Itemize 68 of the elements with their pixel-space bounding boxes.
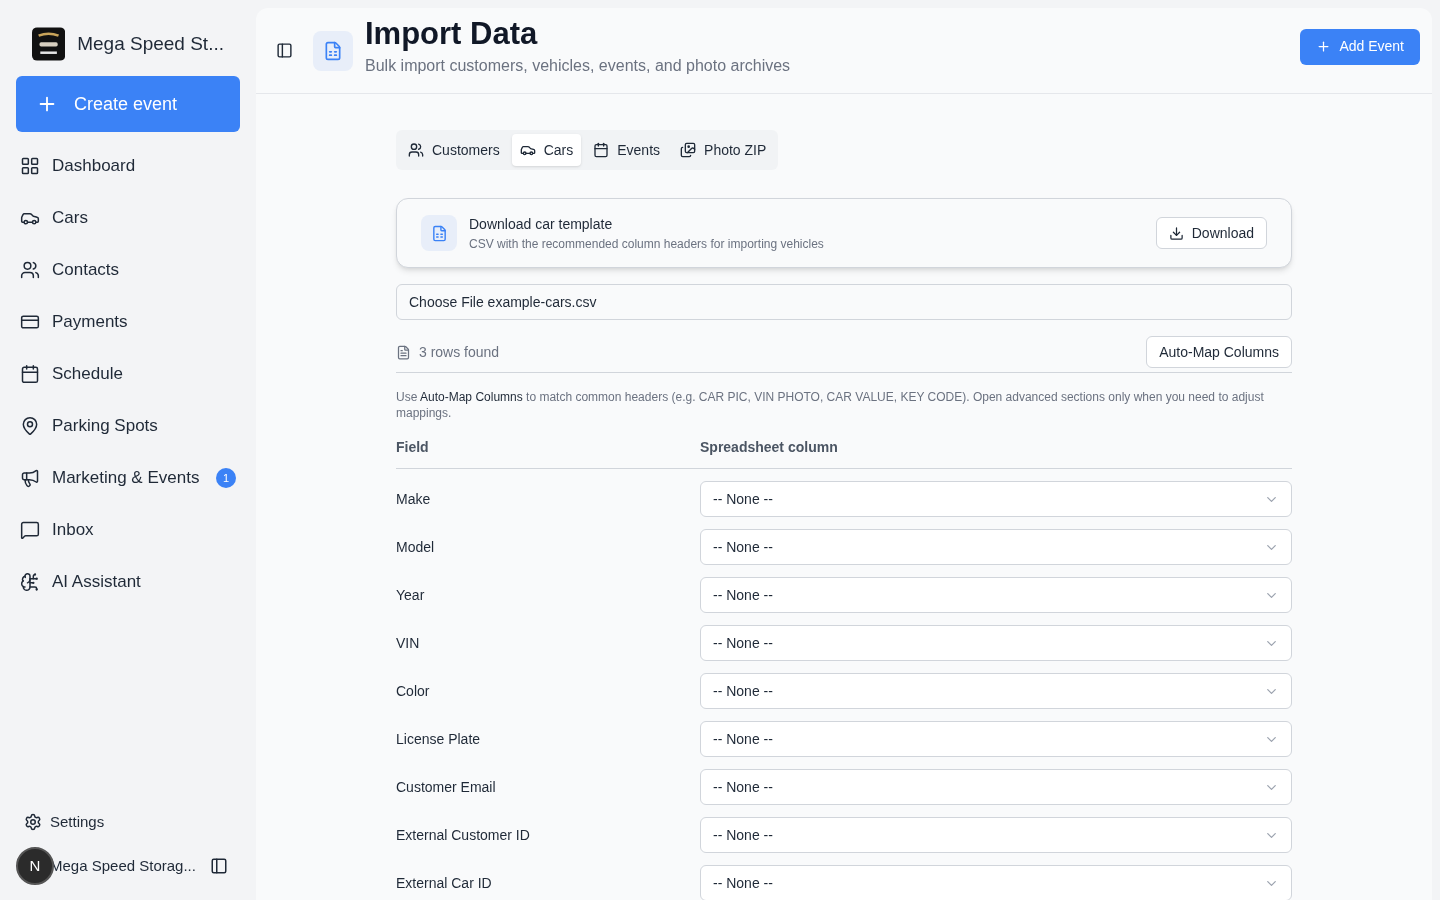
- column-select[interactable]: -- None --: [700, 529, 1292, 565]
- images-icon: [680, 142, 697, 158]
- field-label: External Car ID: [396, 873, 493, 893]
- megaphone-icon: [20, 468, 40, 488]
- column-select[interactable]: -- None --: [700, 721, 1292, 757]
- template-description: CSV with the recommended column headers for importing vehicles: [469, 235, 825, 253]
- column-select[interactable]: -- None --: [700, 481, 1292, 517]
- auto-map-button[interactable]: Auto-Map Columns: [1146, 336, 1292, 368]
- column-select[interactable]: -- None --: [700, 625, 1292, 661]
- avatar[interactable]: N: [16, 847, 54, 885]
- create-event-button[interactable]: Create event: [16, 76, 240, 132]
- page-subtitle: Bulk import customers, vehicles, events, and photo archives: [365, 55, 792, 76]
- column-select[interactable]: -- None --: [700, 865, 1292, 900]
- add-event-button[interactable]: Add Event: [1300, 28, 1420, 65]
- nav-item[interactable]: Dashboard: [16, 140, 240, 192]
- spreadsheet-icon: [430, 224, 448, 242]
- tab[interactable]: Events: [585, 134, 669, 166]
- grid-icon: [20, 156, 40, 176]
- column-select[interactable]: -- None --: [700, 673, 1292, 709]
- brand-name: Mega Speed St...: [77, 31, 224, 56]
- tab[interactable]: Customers: [400, 134, 508, 166]
- calendar-icon: [593, 142, 610, 158]
- document-icon: [396, 344, 411, 360]
- rows-found-text: 3 rows found: [419, 342, 501, 362]
- column-header: Field: [396, 438, 430, 457]
- panel-toggle-icon[interactable]: [210, 857, 228, 875]
- message-icon: [20, 520, 40, 540]
- plus-icon: [1316, 39, 1332, 54]
- template-title: Download car template: [469, 214, 614, 234]
- nav-item[interactable]: Marketing & Events 1: [16, 452, 240, 504]
- nav-item[interactable]: Cars: [16, 192, 240, 244]
- logo-icon: [32, 24, 66, 64]
- column-header: Spreadsheet column: [700, 438, 838, 457]
- download-icon: [1168, 225, 1184, 241]
- settings-icon: [24, 813, 42, 831]
- tab[interactable]: Photo ZIP: [672, 134, 775, 166]
- file-input-field[interactable]: Choose File example-cars.csv: [396, 284, 1292, 320]
- settings-link[interactable]: Settings: [16, 804, 240, 840]
- field-label: License Plate: [396, 729, 482, 749]
- hint-text: Use Auto-Map Columns to match common headers (e.g. CAR PIC, VIN PHOTO, CAR VALUE, KEY CODE). Open advanced sections only when you need to adjust mappings.: [396, 389, 1265, 421]
- nav-item[interactable]: AI Assistant: [16, 556, 240, 608]
- nav-item[interactable]: Schedule: [16, 348, 240, 400]
- map-pin-icon: [20, 416, 40, 436]
- field-label: Year: [396, 585, 426, 605]
- users-icon: [20, 260, 40, 280]
- nav-item[interactable]: Contacts: [16, 244, 240, 296]
- field-label: Model: [396, 537, 436, 557]
- users-icon: [408, 142, 424, 158]
- sidebar-toggle-icon[interactable]: [276, 42, 293, 59]
- field-label: External Customer ID: [396, 825, 531, 845]
- nav-item[interactable]: Payments: [16, 296, 240, 348]
- card-icon: [20, 312, 40, 332]
- column-select[interactable]: -- None --: [700, 817, 1292, 853]
- nav-item[interactable]: Parking Spots: [16, 400, 240, 452]
- field-label: VIN: [396, 633, 421, 653]
- download-button[interactable]: Download: [1155, 217, 1267, 249]
- page-title: Import Data: [365, 15, 539, 54]
- count-badge: 1: [216, 468, 236, 488]
- field-label: Color: [396, 681, 431, 701]
- brain-icon: [20, 572, 40, 592]
- nav-item[interactable]: Inbox: [16, 504, 240, 556]
- calendar-icon: [20, 364, 40, 384]
- spreadsheet-icon: [323, 40, 343, 61]
- column-select[interactable]: -- None --: [700, 769, 1292, 805]
- field-label: Make: [396, 489, 432, 509]
- field-label: Customer Email: [396, 777, 497, 797]
- tab[interactable]: Cars: [511, 134, 582, 166]
- column-select[interactable]: -- None --: [700, 577, 1292, 613]
